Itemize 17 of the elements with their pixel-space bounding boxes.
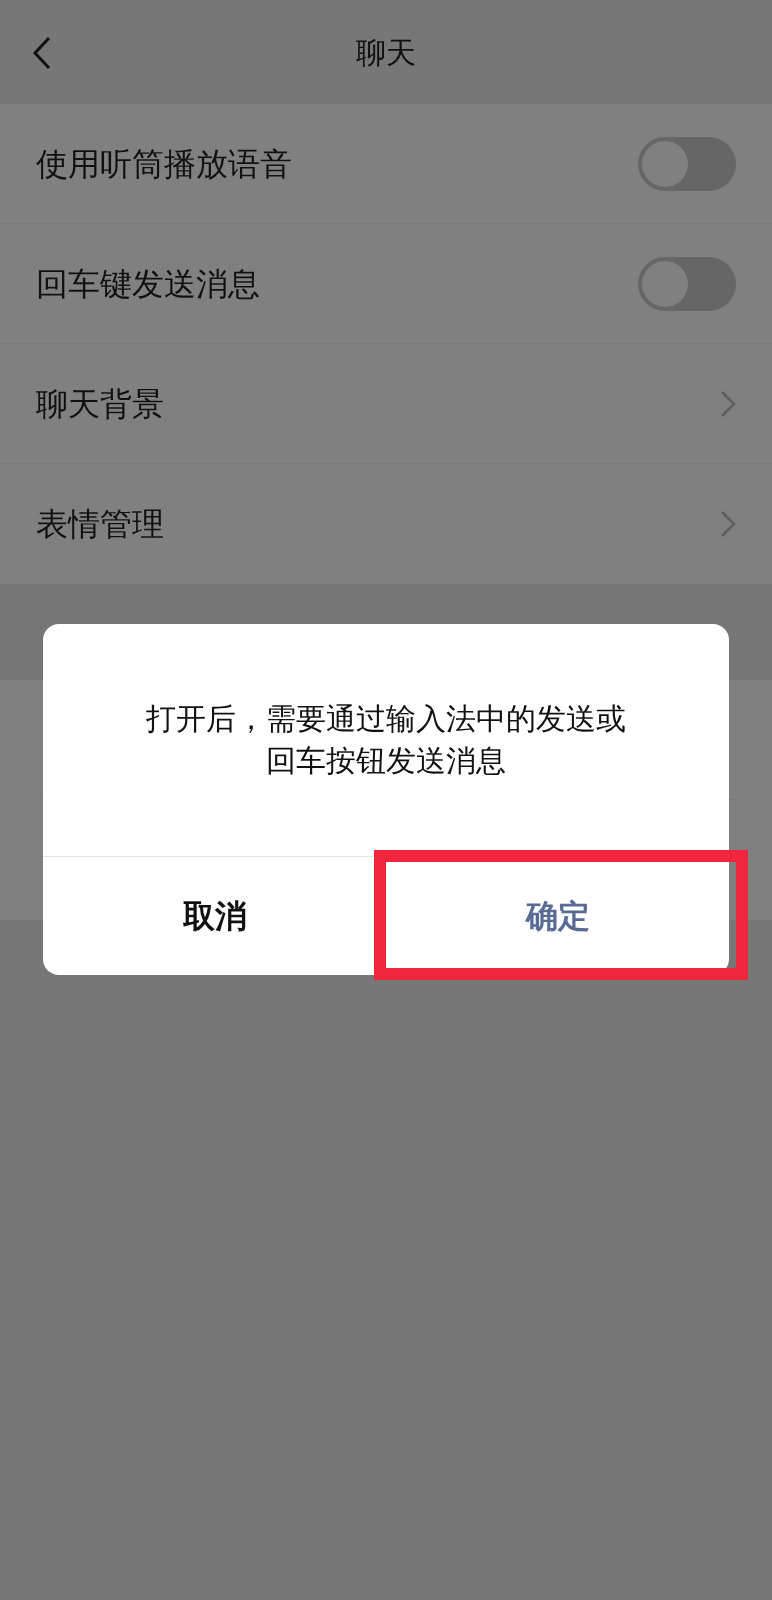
back-icon[interactable] bbox=[32, 36, 52, 70]
toggle-switch[interactable] bbox=[638, 256, 736, 311]
settings-row[interactable]: 表情管理 bbox=[0, 464, 772, 584]
setting-label: 表情管理 bbox=[36, 504, 164, 545]
dialog-message: 打开后，需要通过输入法中的发送或回车按钮发送消息 bbox=[145, 700, 627, 780]
settings-row[interactable]: 回车键发送消息 bbox=[0, 224, 772, 344]
page-title: 聊天 bbox=[356, 33, 416, 72]
toggle-switch[interactable] bbox=[638, 136, 736, 191]
confirm-button[interactable]: 确定 bbox=[509, 882, 606, 950]
setting-label: 聊天背景 bbox=[36, 383, 164, 425]
settings-row[interactable]: 使用听筒播放语音 bbox=[0, 104, 772, 224]
cancel-button[interactable]: 取消 bbox=[166, 882, 263, 950]
setting-label: 使用听筒播放语音 bbox=[36, 143, 292, 185]
setting-label: 回车键发送消息 bbox=[36, 263, 260, 305]
chevron-right-icon bbox=[720, 389, 736, 418]
chevron-right-icon bbox=[720, 510, 736, 538]
settings-row[interactable]: 聊天背景 bbox=[0, 344, 772, 464]
